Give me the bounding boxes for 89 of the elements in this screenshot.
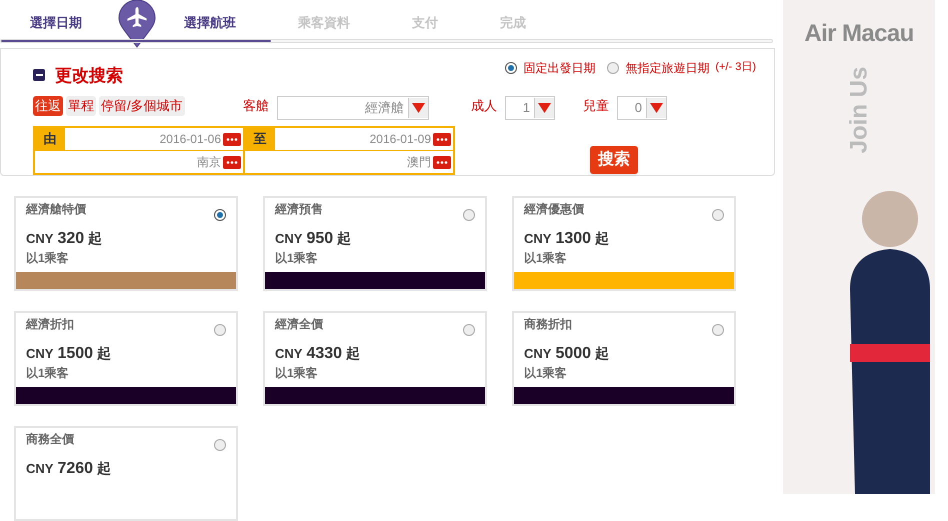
price-suffix: 起 [595, 229, 610, 248]
radio-button[interactable] [463, 209, 475, 221]
radio-button[interactable] [214, 209, 226, 221]
fare-price: 950 [306, 229, 334, 249]
radio-label: 無指定旅遊日期 [625, 60, 710, 76]
passenger-note: 以1乘客 [25, 251, 70, 266]
step-label: 完成 [500, 14, 526, 32]
fare-name: 商務全價 [26, 431, 74, 448]
passenger-note: 以1乘客 [274, 251, 319, 266]
date-field[interactable]: 2016-01-09 [275, 128, 453, 150]
radio-label: 固定出發日期 [523, 60, 596, 76]
dropdown[interactable]: 1 [505, 96, 555, 120]
radio-button[interactable] [505, 62, 518, 74]
price-suffix: 起 [595, 344, 610, 363]
fare-card[interactable]: 商務折扣 CNY 5000 起 以1乘客 [512, 311, 736, 406]
date-range-note: (+/- 3日) [715, 60, 756, 76]
city-field[interactable]: 南京 [35, 151, 243, 173]
currency: CNY [524, 345, 552, 363]
fare-name: 經濟預售 [275, 201, 323, 218]
step-label: 乘客資料 [298, 14, 350, 32]
fare-name: 經濟折扣 [26, 316, 74, 333]
step-label: 支付 [412, 14, 438, 32]
date-field[interactable]: 2016-01-06 [65, 128, 243, 150]
city-field[interactable]: 澳門 [245, 151, 453, 173]
radio-button[interactable] [214, 324, 226, 336]
leg-label: 由 [42, 130, 58, 148]
currency: CNY [26, 230, 54, 248]
fare-card[interactable]: 經濟預售 CNY 950 起 以1乘客 [263, 196, 487, 291]
radio-button[interactable] [712, 324, 724, 336]
currency: CNY [26, 345, 54, 363]
fare-price: 1500 [57, 344, 94, 364]
fare-card[interactable]: 經濟折扣 CNY 1500 起 以1乘客 [14, 311, 238, 406]
radio-button[interactable] [607, 62, 620, 74]
banner-title: Air Macau [804, 19, 914, 49]
dropdown-value: 0 [634, 99, 643, 118]
city-value: 澳門 [407, 154, 431, 171]
fare-name: 經濟優惠價 [524, 201, 584, 218]
passenger-note: 以1乘客 [25, 366, 70, 381]
dropdown-value: 1 [522, 99, 531, 118]
fare-card[interactable]: 經濟優惠價 CNY 1300 起 以1乘客 [512, 196, 736, 291]
price-suffix: 起 [97, 459, 112, 478]
trip-type-tab[interactable]: 停留/多個城市 [99, 96, 185, 116]
price-suffix: 起 [97, 344, 112, 363]
fare-name: 經濟全價 [275, 316, 323, 333]
radio-button[interactable] [463, 324, 475, 336]
step-label: 選擇日期 [30, 14, 82, 32]
calendar-icon[interactable] [433, 132, 451, 146]
fare-card[interactable]: 商務全價 CNY 7260 起 [14, 426, 238, 521]
calendar-icon[interactable] [223, 156, 241, 168]
step-label: 選擇航班 [184, 14, 236, 32]
fare-card[interactable]: 經濟全價 CNY 4330 起 以1乘客 [263, 311, 487, 406]
field-label: 成人 [471, 97, 497, 115]
fare-price: 1300 [555, 229, 592, 249]
city-value: 南京 [197, 154, 221, 171]
fare-name: 經濟艙特價 [26, 201, 86, 218]
fare-price: 320 [57, 229, 84, 249]
fare-price: 7260 [57, 459, 94, 479]
trip-type-tab[interactable]: 單程 [66, 96, 96, 116]
fare-price: 5000 [555, 344, 592, 364]
price-suffix: 起 [337, 229, 352, 248]
dropdown-value: 經濟艙 [365, 99, 405, 118]
passenger-note: 以1乘客 [523, 251, 568, 266]
currency: CNY [275, 230, 302, 248]
field-label: 兒童 [583, 97, 609, 115]
radio-button[interactable] [712, 209, 724, 221]
calendar-icon[interactable] [433, 156, 451, 168]
dropdown[interactable]: 0 [617, 96, 667, 120]
radio-button[interactable] [214, 439, 226, 451]
section-title: 更改搜索 [55, 64, 123, 86]
date-value: 2016-01-06 [160, 131, 221, 148]
price-suffix: 起 [88, 229, 102, 248]
fare-name: 商務折扣 [524, 316, 572, 333]
currency: CNY [524, 230, 552, 248]
price-suffix: 起 [346, 344, 360, 363]
currency: CNY [275, 345, 302, 363]
date-value: 2016-01-09 [370, 131, 431, 148]
fare-card[interactable]: 經濟艙特價 CNY 320 起 以1乘客 [14, 196, 238, 291]
banner-tagline: Join Us [844, 66, 873, 154]
passenger-note: 以1乘客 [274, 366, 319, 381]
calendar-icon[interactable] [223, 132, 241, 146]
search-button[interactable]: 搜索 [590, 146, 638, 174]
passenger-note: 以1乘客 [523, 366, 568, 381]
collapse-icon[interactable] [33, 69, 45, 82]
currency: CNY [26, 460, 54, 478]
field-label: 客艙 [243, 97, 269, 115]
trip-type-tab[interactable]: 往返 [33, 96, 63, 116]
dropdown[interactable]: 經濟艙 [277, 96, 429, 120]
leg-label: 至 [252, 130, 268, 148]
fare-price: 4330 [306, 344, 342, 364]
